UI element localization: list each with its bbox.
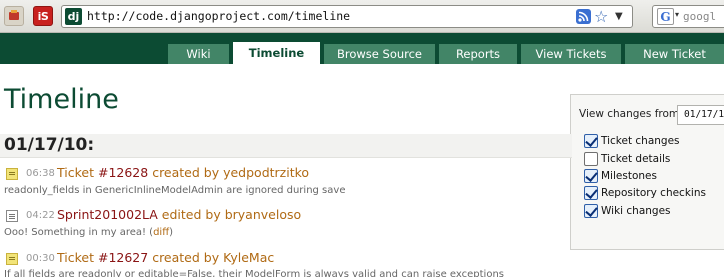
page-title: Timeline — [4, 84, 119, 115]
ticket-icon — [6, 253, 18, 265]
browser-toolbar: iS dj http://code.djangoproject.com/time… — [0, 0, 724, 33]
entry-description: If all fields are readonly or editable=F… — [4, 269, 504, 277]
entry-title-suffix: edited by bryanveloso — [157, 207, 302, 222]
entry-time: 06:38 — [26, 168, 55, 179]
tab-view-tickets[interactable]: View Tickets — [521, 44, 621, 64]
entry-time: 00:30 — [26, 253, 55, 264]
tab-new-ticket[interactable]: New Ticket — [625, 44, 724, 64]
entry-title-link[interactable]: Ticket #12628 created by yedpodtrzitko — [57, 165, 309, 180]
tab-browse-source[interactable]: Browse Source — [324, 44, 435, 64]
search-input[interactable]: googl — [683, 10, 716, 23]
wiki-changes-checkbox[interactable] — [584, 203, 598, 218]
url-text[interactable]: http://code.djangoproject.com/timeline — [87, 9, 350, 23]
entry-title-link[interactable]: Ticket #12627 created by KyleMac — [57, 250, 274, 265]
ticket-changes-label: Ticket changes — [601, 134, 680, 147]
repository-checkins-checkbox[interactable] — [584, 185, 598, 200]
bookmark-toolbar-button[interactable] — [4, 6, 24, 26]
repository-checkins-label: Repository checkins — [601, 186, 706, 199]
is-addon-label: iS — [37, 9, 49, 23]
ticket-details-label: Ticket details — [601, 152, 671, 165]
ticket-number: #12627 — [97, 250, 149, 265]
ticket-number: #12628 — [97, 165, 149, 180]
entry-title-link[interactable]: Sprint201002LA edited by bryanveloso — [57, 207, 301, 222]
wiki-page-icon — [6, 210, 18, 222]
ticket-changes-checkbox[interactable] — [584, 133, 598, 148]
diff-link[interactable]: diff — [153, 227, 169, 238]
ticket-details-checkbox[interactable] — [584, 151, 598, 166]
entry-title-prefix: Ticket — [57, 250, 98, 265]
rss-feed-icon[interactable] — [576, 9, 591, 24]
from-date-input[interactable]: 01/17/10 — [677, 105, 724, 125]
bookmark-star-icon[interactable]: ☆ — [594, 6, 608, 27]
tab-reports[interactable]: Reports — [439, 44, 517, 64]
address-bar[interactable]: dj http://code.djangoproject.com/timelin… — [61, 5, 633, 28]
tab-wiki[interactable]: Wiki — [168, 44, 229, 64]
is-addon-button[interactable]: iS — [33, 6, 53, 26]
tab-timeline[interactable]: Timeline — [233, 42, 320, 64]
entry-title-prefix: Ticket — [57, 165, 98, 180]
filter-wiki-changes[interactable]: Wiki changes — [584, 203, 671, 218]
filter-repository-checkins[interactable]: Repository checkins — [584, 185, 706, 200]
milestones-checkbox[interactable] — [584, 168, 598, 183]
google-search-engine-icon[interactable]: G — [657, 8, 674, 25]
django-favicon-icon: dj — [65, 8, 82, 25]
entry-description-end: ) — [169, 227, 173, 238]
entry-time: 04:22 — [26, 210, 55, 221]
ticket-icon — [6, 168, 18, 180]
entry-title-suffix: created by KyleMac — [148, 250, 275, 265]
url-dropdown-icon[interactable]: ▼ — [615, 6, 623, 27]
entry-description-text: Ooo! Something in my area! ( — [4, 227, 154, 238]
entry-description: readonly_fields in GenericInlineModelAdm… — [4, 185, 346, 196]
wiki-page-name: Sprint201002LA — [57, 207, 158, 222]
view-changes-from-label: View changes from — [579, 108, 680, 120]
bookmark-icon — [8, 10, 20, 22]
entry-title-suffix: created by yedpodtrzitko — [148, 165, 310, 180]
search-bar[interactable]: G ▾ googl — [652, 5, 724, 28]
main-navigation: Wiki Timeline Browse Source Reports View… — [0, 33, 724, 64]
milestones-label: Milestones — [601, 169, 657, 182]
entry-description: Ooo! Something in my area! (diff) — [4, 227, 173, 238]
filter-ticket-changes[interactable]: Ticket changes — [584, 133, 680, 148]
filter-ticket-details[interactable]: Ticket details — [584, 151, 670, 166]
search-engine-dropdown-icon[interactable]: ▾ — [675, 10, 679, 19]
date-heading: 01/17/10: — [4, 135, 95, 155]
filter-milestones[interactable]: Milestones — [584, 168, 657, 183]
timeline-filter-panel: View changes from 01/17/10 Ticket change… — [570, 94, 724, 250]
wiki-changes-label: Wiki changes — [601, 204, 671, 217]
